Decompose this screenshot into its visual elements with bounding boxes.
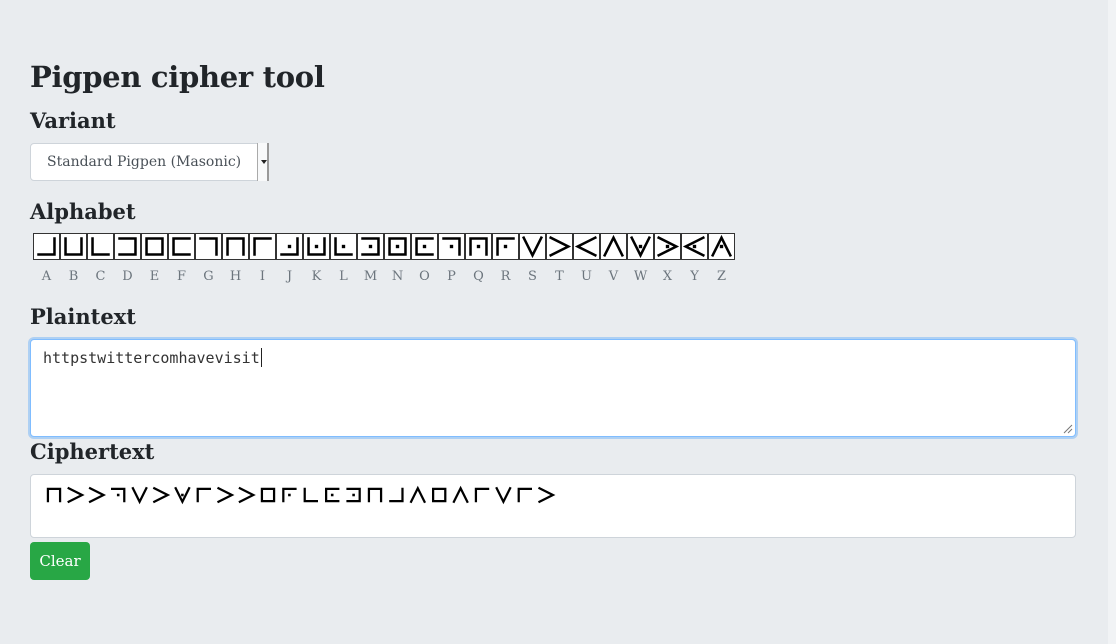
- alphabet-cell-d: D: [114, 233, 141, 284]
- alphabet-cell-a: A: [33, 233, 60, 284]
- alphabet-letter-label: K: [311, 269, 322, 284]
- alphabet-letter-label: X: [662, 269, 673, 284]
- pigpen-glyph-g: [195, 233, 222, 260]
- pigpen-glyph-c: [87, 233, 114, 260]
- pigpen-glyph-f: [168, 233, 195, 260]
- alphabet-letter-label: O: [419, 269, 430, 284]
- pigpen-glyph-h: [222, 233, 249, 260]
- alphabet-cell-i: I: [249, 233, 276, 284]
- pigpen-glyph-i: [249, 233, 276, 260]
- pigpen-glyph-l: [330, 233, 357, 260]
- variant-selected-value: Standard Pigpen (Masonic): [47, 154, 242, 170]
- alphabet-cell-y: Y: [681, 233, 708, 284]
- pigpen-glyph-j: [276, 233, 303, 260]
- alphabet-cell-k: K: [303, 233, 330, 284]
- alphabet-cell-x: X: [654, 233, 681, 284]
- alphabet-letter-label: V: [608, 269, 619, 284]
- text-caret: [260, 348, 262, 367]
- pigpen-glyph-t: [546, 233, 573, 260]
- alphabet-cell-c: C: [87, 233, 114, 284]
- alphabet-cell-p: P: [438, 233, 465, 284]
- pigpen-glyph-b: [60, 233, 87, 260]
- alphabet-letter-label: I: [259, 269, 266, 284]
- alphabet-letter-label: Z: [716, 269, 727, 284]
- alphabet-cell-z: Z: [708, 233, 735, 284]
- alphabet-letter-label: L: [339, 269, 348, 284]
- alphabet-letter-label: D: [122, 269, 133, 284]
- pigpen-glyph-d: [114, 233, 141, 260]
- alphabet-cell-j: J: [276, 233, 303, 284]
- alphabet-cell-w: W: [627, 233, 654, 284]
- pigpen-glyph-y: [681, 233, 708, 260]
- alphabet-cell-r: R: [492, 233, 519, 284]
- pigpen-glyph-q: [465, 233, 492, 260]
- ciphertext-output: [30, 474, 1076, 538]
- alphabet-letter-label: P: [447, 269, 456, 284]
- pigpen-glyph-a: [33, 233, 60, 260]
- alphabet-cell-l: L: [330, 233, 357, 284]
- alphabet-letter-label: B: [68, 269, 79, 284]
- pigpen-glyph-e: [141, 233, 168, 260]
- plaintext-value: httpstwittercomhavevisit: [43, 349, 260, 367]
- pigpen-glyph-w: [627, 233, 654, 260]
- alphabet-letter-label: S: [528, 269, 537, 284]
- ciphertext-heading: Ciphertext: [30, 439, 155, 464]
- pigpen-glyph-u: [573, 233, 600, 260]
- variant-select[interactable]: Standard Pigpen (Masonic): [30, 143, 269, 181]
- alphabet-cell-s: S: [519, 233, 546, 284]
- alphabet-letter-label: N: [391, 269, 404, 284]
- alphabet-letter-label: U: [581, 269, 592, 284]
- alphabet-letter-label: E: [149, 269, 160, 284]
- alphabet-cell-o: O: [411, 233, 438, 284]
- alphabet-letter-label: F: [176, 269, 187, 284]
- alphabet-cell-q: Q: [465, 233, 492, 284]
- resize-handle-icon[interactable]: [1063, 424, 1073, 434]
- alphabet-cell-u: U: [573, 233, 600, 284]
- alphabet-heading: Alphabet: [30, 199, 136, 224]
- pigpen-glyph-o: [411, 233, 438, 260]
- alphabet-cell-v: V: [600, 233, 627, 284]
- pigpen-glyph-m: [357, 233, 384, 260]
- alphabet-letter-label: T: [555, 269, 564, 284]
- alphabet-cell-b: B: [60, 233, 87, 284]
- pigpen-glyph-s: [519, 233, 546, 260]
- pigpen-glyph-k: [303, 233, 330, 260]
- page-title: Pigpen cipher tool: [30, 60, 325, 94]
- alphabet-cell-n: N: [384, 233, 411, 284]
- pigpen-glyph-v: [600, 233, 627, 260]
- alphabet-cell-e: E: [141, 233, 168, 284]
- alphabet-letter-label: C: [95, 269, 106, 284]
- pigpen-glyph-z: [708, 233, 735, 260]
- alphabet-cell-h: H: [222, 233, 249, 284]
- pigpen-glyph-n: [384, 233, 411, 260]
- alphabet-letter-label: H: [229, 269, 242, 284]
- plaintext-heading: Plaintext: [30, 304, 136, 329]
- pigpen-glyph-r: [492, 233, 519, 260]
- pigpen-glyph-p: [438, 233, 465, 260]
- alphabet-cell-g: G: [195, 233, 222, 284]
- variant-heading: Variant: [30, 108, 116, 133]
- pigpen-glyph-x: [654, 233, 681, 260]
- alphabet-letter-label: M: [363, 269, 378, 284]
- alphabet-cell-m: M: [357, 233, 384, 284]
- alphabet-letter-label: Y: [690, 269, 699, 284]
- alphabet-letter-label: G: [203, 269, 214, 284]
- alphabet-letter-label: Q: [473, 269, 484, 284]
- ciphertext-glyphs: [46, 485, 556, 505]
- clear-button[interactable]: Clear: [30, 542, 90, 580]
- alphabet-cell-t: T: [546, 233, 573, 284]
- alphabet-letter-label: W: [633, 269, 648, 284]
- chevron-down-icon[interactable]: [257, 143, 269, 181]
- window-scrollbar[interactable]: [1108, 0, 1116, 644]
- alphabet-letter-label: A: [41, 269, 52, 284]
- alphabet-cell-f: F: [168, 233, 195, 284]
- plaintext-input[interactable]: httpstwittercomhavevisit: [30, 339, 1076, 437]
- alphabet-letter-label: J: [286, 269, 293, 284]
- alphabet-letter-label: R: [500, 269, 511, 284]
